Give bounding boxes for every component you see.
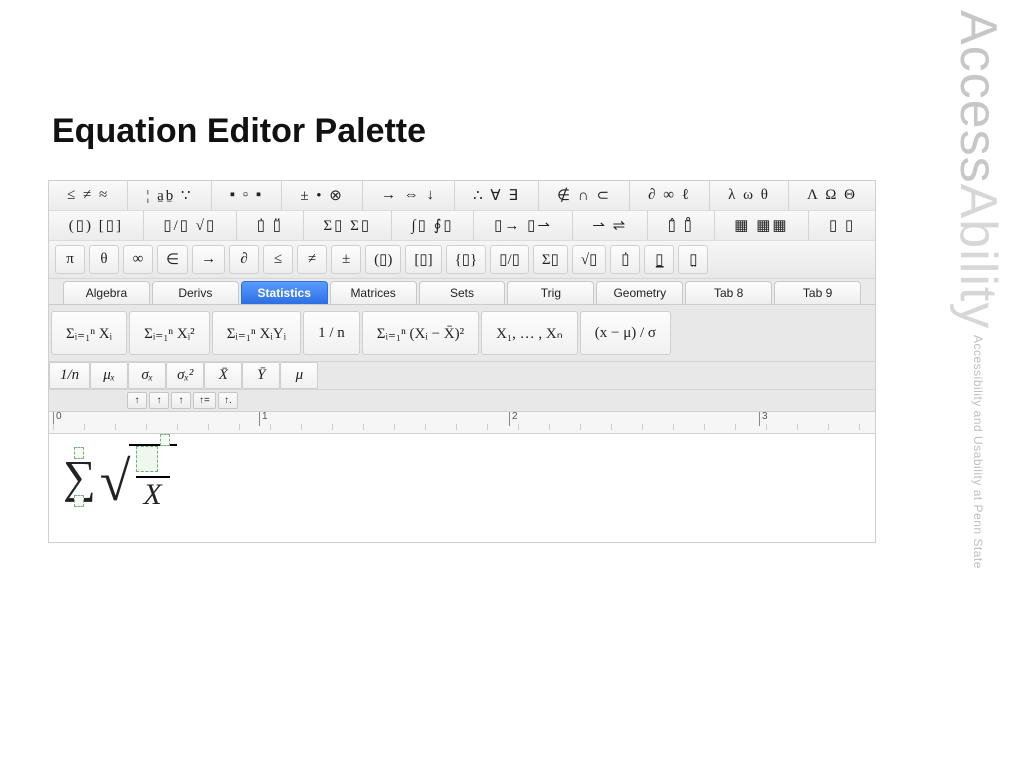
palette-operators[interactable]: ± • ⊗ [282,181,363,210]
palette-relations[interactable]: ≤ ≠ ≈ [49,181,128,210]
page-title: Equation Editor Palette [52,112,426,151]
tabstop-5[interactable]: ↑. [218,392,238,409]
palette-greek-lower[interactable]: λ ω θ [710,181,789,210]
var-1n[interactable]: 1/n [49,362,90,389]
tab-trig[interactable]: Trig [507,281,594,304]
formula-1-over-n[interactable]: 1 / n [303,311,360,355]
palette-decorations[interactable]: ¦ a̱ḇ ∵ [128,181,211,210]
brand-tagline: Accessibility and Usability at Penn Stat… [971,335,985,569]
palette-fractions[interactable]: ▯/▯ √▯ [144,211,237,240]
sigma-icon: ∑ [63,459,96,496]
palette-logic[interactable]: ∴ ∀ ∃ [455,181,539,210]
var-ybar[interactable]: Ȳ [242,362,280,389]
equation-editor-window: ≤ ≠ ≈ ¦ a̱ḇ ∵ ▪ ▫ ▪ ± • ⊗ → ⇔ ↓ ∴ ∀ ∃ ∉ … [48,180,876,543]
palette-boxes[interactable]: ▪ ▫ ▪ [212,181,283,210]
sym-theta[interactable]: θ [89,245,119,274]
palette-templates[interactable]: ▯ ▯ [809,211,875,240]
formula-sum-x[interactable]: Σᵢ₌₁ⁿ Xᵢ [51,311,127,355]
var-sigx2[interactable]: σₓ² [166,362,204,389]
tabstop-3[interactable]: ↑ [171,392,191,409]
palette-accents[interactable]: ▯̂ ▯̊ [648,211,715,240]
equation-canvas[interactable]: ∑ √ X [49,434,875,542]
toolbar-row-1: ≤ ≠ ≈ ¦ a̱ḇ ∵ ▪ ▫ ▪ ± • ⊗ → ⇔ ↓ ∴ ∀ ∃ ∉ … [49,181,875,211]
formula-row: Σᵢ₌₁ⁿ Xᵢ Σᵢ₌₁ⁿ Xᵢ² Σᵢ₌₁ⁿ XᵢYᵢ 1 / n Σᵢ₌₁… [49,305,875,362]
tab-matrices[interactable]: Matrices [330,281,417,304]
palette-integrals[interactable]: ∫▯ ∮▯ [392,211,475,240]
palette-sets[interactable]: ∉ ∩ ⊂ [539,181,630,210]
sym-sum[interactable]: Σ▯ [533,245,568,274]
tab-sets[interactable]: Sets [419,281,506,304]
variable-row: 1/n μₓ σₓ σₓ² X̄ Ȳ μ [49,362,875,390]
palette-harpoons[interactable]: ⇀ ⇌ [573,211,648,240]
var-mux[interactable]: μₓ [90,362,128,389]
current-equation: ∑ √ X [63,444,177,510]
tab-derivs[interactable]: Derivs [152,281,239,304]
palette-dots[interactable]: ▯̇ ▯̈ [237,211,304,240]
var-sigx[interactable]: σₓ [128,362,166,389]
palette-fences[interactable]: (▯) [▯] [49,211,144,240]
exponent-placeholder[interactable] [160,434,170,446]
tab-stop-row: ↑ ↑ ↑ ↑= ↑. [49,390,875,412]
sym-underbar[interactable]: ▯̲ [644,245,674,274]
sum-lower-placeholder[interactable] [74,495,84,507]
var-mu[interactable]: μ [280,362,318,389]
sym-element[interactable]: ∈ [157,245,188,274]
palette-arrows[interactable]: → ⇔ ↓ [363,181,455,210]
formula-variance[interactable]: Σᵢ₌₁ⁿ (Xᵢ − X̄)² [362,311,479,355]
formula-sum-xy[interactable]: Σᵢ₌₁ⁿ XᵢYᵢ [212,311,301,355]
tab-statistics[interactable]: Statistics [241,281,328,304]
tabstop-2[interactable]: ↑ [149,392,169,409]
sym-leq[interactable]: ≤ [263,245,293,274]
radical-icon: √ [100,466,131,500]
ruler: 0 1 2 3 [49,412,875,434]
formula-sum-x2[interactable]: Σᵢ₌₁ⁿ Xᵢ² [129,311,210,355]
sym-neq[interactable]: ≠ [297,245,327,274]
tab-8[interactable]: Tab 8 [685,281,772,304]
sym-underdot[interactable]: ▯̤ [678,245,708,274]
palette-matrices[interactable]: ▦ ▦▦ [715,211,810,240]
tab-geometry[interactable]: Geometry [596,281,683,304]
ruler-mark-1: 1 [259,412,268,426]
formula-zscore[interactable]: (x − μ) / σ [580,311,671,355]
sym-pm[interactable]: ± [331,245,361,274]
sqrt-template[interactable]: √ X [100,444,177,510]
sigma-template[interactable]: ∑ [63,447,96,508]
toolbar-row-2: (▯) [▯] ▯/▯ √▯ ▯̇ ▯̈ Σ▯ Σ▯ ∫▯ ∮▯ ▯→ ▯⇀ ⇀… [49,211,875,241]
numerator-placeholder[interactable] [136,446,158,472]
sym-brace[interactable]: {▯} [446,245,487,274]
quick-symbol-row: π θ ∞ ∈ → ∂ ≤ ≠ ± (▯) [▯] {▯} ▯/▯ Σ▯ √▯ … [49,241,875,279]
sym-paren[interactable]: (▯) [365,245,401,274]
tab-bar: Algebra Derivs Statistics Matrices Sets … [49,279,875,305]
sym-dot[interactable]: ▯̇ [610,245,640,274]
tab-algebra[interactable]: Algebra [63,281,150,304]
ruler-mark-2: 2 [509,412,518,426]
brand-sidebar: AccessAbility Accessibility and Usabilit… [932,10,1024,750]
sym-sqrt[interactable]: √▯ [572,245,607,274]
formula-sequence[interactable]: X₁, … , Xₙ [481,311,578,355]
tab-9[interactable]: Tab 9 [774,281,861,304]
brand-logo: AccessAbility [948,10,1008,329]
tabstop-4[interactable]: ↑= [193,392,216,409]
sym-partial[interactable]: ∂ [229,245,259,274]
sym-infinity[interactable]: ∞ [123,245,153,274]
var-xbar[interactable]: X̄ [204,362,242,389]
tabstop-1[interactable]: ↑ [127,392,147,409]
palette-sums[interactable]: Σ▯ Σ▯ [304,211,392,240]
palette-calculus[interactable]: ∂ ∞ ℓ [630,181,710,210]
sym-frac[interactable]: ▯/▯ [490,245,529,274]
palette-greek-upper[interactable]: Λ Ω Θ [789,181,875,210]
fraction-template[interactable]: X [129,444,177,510]
sym-bracket[interactable]: [▯] [405,245,441,274]
palette-overarrows[interactable]: ▯→ ▯⇀ [474,211,572,240]
sym-arrow[interactable]: → [192,245,225,274]
sym-pi[interactable]: π [55,245,85,274]
denominator[interactable]: X [143,480,161,510]
ruler-mark-0: 0 [53,412,62,426]
